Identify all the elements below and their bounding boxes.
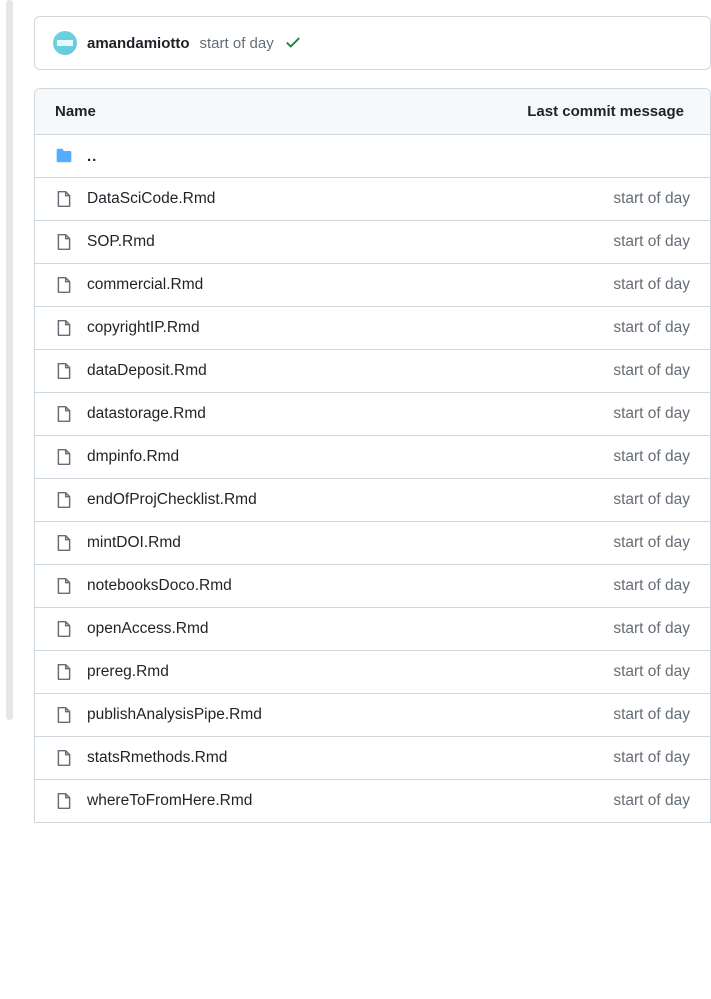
file-row[interactable]: statsRmethods.Rmdstart of day: [35, 737, 710, 780]
file-icon: [55, 405, 73, 423]
file-row[interactable]: DataSciCode.Rmdstart of day: [35, 178, 710, 221]
file-list: Name Last commit message .. DataSciCode.…: [34, 88, 711, 823]
file-icon: [55, 534, 73, 552]
file-icon: [55, 706, 73, 724]
file-commit-message[interactable]: start of day: [613, 233, 690, 251]
file-name-link[interactable]: dataDeposit.Rmd: [87, 362, 613, 380]
column-header-name: Name: [55, 103, 527, 120]
file-row[interactable]: mintDOI.Rmdstart of day: [35, 522, 710, 565]
file-commit-message[interactable]: start of day: [613, 448, 690, 466]
file-commit-message[interactable]: start of day: [613, 663, 690, 681]
file-name-link[interactable]: commercial.Rmd: [87, 276, 613, 294]
file-row[interactable]: prereg.Rmdstart of day: [35, 651, 710, 694]
file-row[interactable]: dataDeposit.Rmdstart of day: [35, 350, 710, 393]
file-icon: [55, 792, 73, 810]
file-row[interactable]: publishAnalysisPipe.Rmdstart of day: [35, 694, 710, 737]
file-icon: [55, 491, 73, 509]
file-name-link[interactable]: DataSciCode.Rmd: [87, 190, 613, 208]
file-icon: [55, 577, 73, 595]
file-row[interactable]: endOfProjChecklist.Rmdstart of day: [35, 479, 710, 522]
file-row[interactable]: datastorage.Rmdstart of day: [35, 393, 710, 436]
file-list-header: Name Last commit message: [35, 89, 710, 135]
file-name-link[interactable]: copyrightIP.Rmd: [87, 319, 613, 337]
file-name-link[interactable]: statsRmethods.Rmd: [87, 749, 613, 767]
file-commit-message[interactable]: start of day: [613, 792, 690, 810]
file-name-link[interactable]: datastorage.Rmd: [87, 405, 613, 423]
file-icon: [55, 620, 73, 638]
file-name-link[interactable]: whereToFromHere.Rmd: [87, 792, 613, 810]
file-name-link[interactable]: dmpinfo.Rmd: [87, 448, 613, 466]
file-name-link[interactable]: mintDOI.Rmd: [87, 534, 613, 552]
file-name-link[interactable]: SOP.Rmd: [87, 233, 613, 251]
file-icon: [55, 190, 73, 208]
check-icon[interactable]: [284, 33, 302, 54]
file-commit-message[interactable]: start of day: [613, 534, 690, 552]
file-name-link[interactable]: notebooksDoco.Rmd: [87, 577, 613, 595]
file-icon: [55, 319, 73, 337]
file-icon: [55, 663, 73, 681]
file-commit-message[interactable]: start of day: [613, 706, 690, 724]
file-commit-message[interactable]: start of day: [613, 405, 690, 423]
file-row[interactable]: whereToFromHere.Rmdstart of day: [35, 780, 710, 822]
parent-directory-link[interactable]: ..: [87, 148, 690, 165]
file-name-link[interactable]: endOfProjChecklist.Rmd: [87, 491, 613, 509]
file-icon: [55, 362, 73, 380]
file-row[interactable]: dmpinfo.Rmdstart of day: [35, 436, 710, 479]
file-name-link[interactable]: openAccess.Rmd: [87, 620, 613, 638]
file-icon: [55, 448, 73, 466]
file-name-link[interactable]: prereg.Rmd: [87, 663, 613, 681]
commit-author[interactable]: amandamiotto: [87, 35, 190, 52]
file-commit-message[interactable]: start of day: [613, 749, 690, 767]
file-commit-message[interactable]: start of day: [613, 276, 690, 294]
file-commit-message[interactable]: start of day: [613, 491, 690, 509]
file-icon: [55, 749, 73, 767]
file-name-link[interactable]: publishAnalysisPipe.Rmd: [87, 706, 613, 724]
avatar[interactable]: [53, 31, 77, 55]
file-commit-message[interactable]: start of day: [613, 190, 690, 208]
file-row[interactable]: openAccess.Rmdstart of day: [35, 608, 710, 651]
column-header-commit-message: Last commit message: [527, 103, 690, 120]
file-row[interactable]: SOP.Rmdstart of day: [35, 221, 710, 264]
folder-icon: [55, 147, 73, 165]
file-icon: [55, 233, 73, 251]
file-commit-message[interactable]: start of day: [613, 577, 690, 595]
scrollbar[interactable]: [6, 0, 13, 720]
file-row[interactable]: notebooksDoco.Rmdstart of day: [35, 565, 710, 608]
file-row[interactable]: copyrightIP.Rmdstart of day: [35, 307, 710, 350]
latest-commit-bar[interactable]: amandamiotto start of day: [34, 16, 711, 70]
file-icon: [55, 276, 73, 294]
file-commit-message[interactable]: start of day: [613, 620, 690, 638]
parent-directory-row[interactable]: ..: [35, 135, 710, 178]
file-commit-message[interactable]: start of day: [613, 319, 690, 337]
commit-message[interactable]: start of day: [200, 35, 274, 52]
file-commit-message[interactable]: start of day: [613, 362, 690, 380]
file-row[interactable]: commercial.Rmdstart of day: [35, 264, 710, 307]
